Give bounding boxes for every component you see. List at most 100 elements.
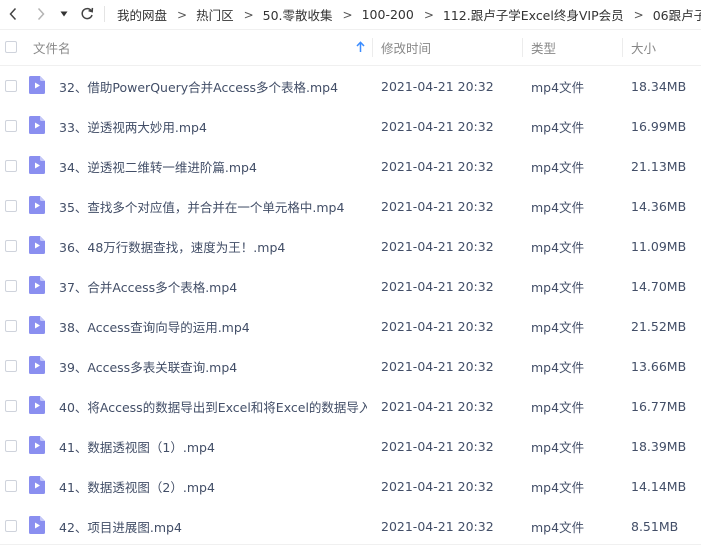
breadcrumb-item[interactable]: 100-200 — [362, 7, 414, 22]
file-row[interactable]: 40、将Access的数据导出到Excel和将Excel的数据导入... 2021… — [0, 386, 701, 426]
video-file-icon — [29, 236, 45, 257]
file-name[interactable]: 35、查找多个对应值，并合并在一个单元格中.mp4 — [59, 186, 344, 226]
file-name[interactable]: 42、项目进展图.mp4 — [59, 506, 182, 546]
row-checkbox[interactable] — [5, 320, 17, 332]
row-checkbox[interactable] — [5, 120, 17, 132]
breadcrumb-separator: > — [633, 7, 644, 22]
file-modified-time: 2021-04-21 20:32 — [381, 198, 494, 214]
column-divider[interactable] — [522, 38, 523, 57]
history-dropdown-button[interactable] — [55, 3, 73, 25]
navigation-bar: 我的网盘 > 热门区 >50.零散收集 >100-200 >112.跟卢子学Excel终身… — [0, 0, 701, 30]
file-row[interactable]: 35、查找多个对应值，并合并在一个单元格中.mp4 2021-04-21 20:3… — [0, 186, 701, 226]
video-file-icon — [29, 356, 45, 377]
file-row[interactable]: 38、Access查询向导的运用.mp4 2021-04-21 20:32 mp4文… — [0, 306, 701, 346]
file-row[interactable]: 39、Access多表关联查询.mp4 2021-04-21 20:32 mp4文件… — [0, 346, 701, 386]
row-checkbox[interactable] — [5, 400, 17, 412]
file-modified-time: 2021-04-21 20:32 — [381, 398, 494, 414]
video-file-icon — [29, 116, 45, 137]
file-name[interactable]: 34、逆透视二维转一维进阶篇.mp4 — [59, 146, 257, 186]
breadcrumb-separator: > — [177, 7, 188, 22]
file-size: 11.09MB — [631, 238, 687, 254]
file-size: 16.99MB — [631, 118, 687, 134]
column-header-modified[interactable]: 修改时间 — [381, 30, 431, 65]
row-checkbox[interactable] — [5, 520, 17, 532]
file-row[interactable]: 41、数据透视图（1）.mp4 2021-04-21 20:32 mp4文件 18.3… — [0, 426, 701, 466]
video-file-icon — [29, 516, 45, 537]
file-modified-time: 2021-04-21 20:32 — [381, 518, 494, 534]
file-row[interactable]: 37、合并Access多个表格.mp4 2021-04-21 20:32 mp4文件… — [0, 266, 701, 306]
file-modified-time: 2021-04-21 20:32 — [381, 118, 494, 134]
video-file-icon — [29, 196, 45, 217]
column-header-size[interactable]: 大小 — [631, 30, 656, 65]
back-button[interactable] — [2, 3, 24, 25]
file-name[interactable]: 36、48万行数据查找，速度为王！.mp4 — [59, 226, 285, 266]
column-divider[interactable] — [622, 38, 623, 57]
file-row[interactable]: 32、借助PowerQuery合并Access多个表格.mp4 2021-04-2… — [0, 66, 701, 106]
row-checkbox[interactable] — [5, 360, 17, 372]
video-file-icon — [29, 436, 45, 457]
file-modified-time: 2021-04-21 20:32 — [381, 438, 494, 454]
row-checkbox[interactable] — [5, 440, 17, 452]
refresh-icon — [80, 7, 94, 21]
file-modified-time: 2021-04-21 20:32 — [381, 78, 494, 94]
column-divider[interactable] — [372, 38, 373, 57]
file-size: 13.66MB — [631, 358, 687, 374]
file-size: 8.51MB — [631, 518, 679, 534]
sort-ascending-arrow-icon[interactable] — [356, 41, 365, 56]
caret-down-icon — [60, 11, 68, 17]
file-name[interactable]: 33、逆透视两大妙用.mp4 — [59, 106, 207, 146]
row-checkbox[interactable] — [5, 80, 17, 92]
file-type: mp4文件 — [531, 319, 585, 335]
file-name[interactable]: 37、合并Access多个表格.mp4 — [59, 266, 237, 306]
select-all-checkbox[interactable] — [5, 41, 17, 53]
file-name[interactable]: 40、将Access的数据导出到Excel和将Excel的数据导入... — [59, 386, 367, 426]
file-row[interactable]: 36、48万行数据查找，速度为王！.mp4 2021-04-21 20:32 mp4… — [0, 226, 701, 266]
file-size: 16.77MB — [631, 398, 687, 414]
row-checkbox[interactable] — [5, 240, 17, 252]
file-modified-time: 2021-04-21 20:32 — [381, 478, 494, 494]
file-row[interactable]: 34、逆透视二维转一维进阶篇.mp4 2021-04-21 20:32 mp4文件 2… — [0, 146, 701, 186]
file-list-header: 文件名 修改时间 类型 大小 — [0, 30, 701, 66]
file-type: mp4文件 — [531, 439, 585, 455]
video-file-icon — [29, 316, 45, 337]
file-size: 21.52MB — [631, 318, 687, 334]
forward-button[interactable] — [30, 3, 52, 25]
file-modified-time: 2021-04-21 20:32 — [381, 158, 494, 174]
breadcrumb-item[interactable]: 112.跟卢子学Excel终身VIP会员 — [443, 5, 624, 24]
row-checkbox[interactable] — [5, 280, 17, 292]
file-type: mp4文件 — [531, 519, 585, 535]
column-header-name[interactable]: 文件名 — [33, 30, 71, 65]
file-row[interactable]: 41、数据透视图（2）.mp4 2021-04-21 20:32 mp4文件 14.1… — [0, 466, 701, 506]
file-row[interactable]: 42、项目进展图.mp4 2021-04-21 20:32 mp4文件 8.51MB — [0, 506, 701, 546]
file-name[interactable]: 32、借助PowerQuery合并Access多个表格.mp4 — [59, 66, 338, 106]
video-file-icon — [29, 156, 45, 177]
file-type: mp4文件 — [531, 359, 585, 375]
breadcrumb-item[interactable]: 我的网盘 — [117, 5, 167, 24]
file-row[interactable]: 33、逆透视两大妙用.mp4 2021-04-21 20:32 mp4文件 16.99… — [0, 106, 701, 146]
file-type: mp4文件 — [531, 79, 585, 95]
file-type: mp4文件 — [531, 159, 585, 175]
breadcrumb: 我的网盘 > 热门区 >50.零散收集 >100-200 >112.跟卢子学Excel终身… — [117, 0, 701, 29]
file-type: mp4文件 — [531, 239, 585, 255]
file-name[interactable]: 41、数据透视图（1）.mp4 — [59, 426, 215, 466]
refresh-button[interactable] — [76, 3, 98, 25]
file-size: 14.36MB — [631, 198, 687, 214]
file-name[interactable]: 38、Access查询向导的运用.mp4 — [59, 306, 250, 346]
list-bottom-border — [0, 544, 701, 545]
file-name[interactable]: 39、Access多表关联查询.mp4 — [59, 346, 237, 386]
row-checkbox[interactable] — [5, 200, 17, 212]
video-file-icon — [29, 476, 45, 497]
breadcrumb-item[interactable]: 50.零散收集 — [263, 5, 333, 24]
row-checkbox[interactable] — [5, 480, 17, 492]
breadcrumb-item[interactable]: 06跟卢子学透视表 — [653, 5, 701, 24]
breadcrumb-item[interactable]: 热门区 — [196, 5, 234, 24]
column-header-type[interactable]: 类型 — [531, 30, 556, 65]
file-type: mp4文件 — [531, 479, 585, 495]
file-name[interactable]: 41、数据透视图（2）.mp4 — [59, 466, 215, 506]
file-size: 14.70MB — [631, 278, 687, 294]
toolbar-divider — [104, 6, 105, 22]
breadcrumb-separator: > — [342, 7, 353, 22]
row-checkbox[interactable] — [5, 160, 17, 172]
chevron-right-icon — [36, 7, 46, 21]
file-modified-time: 2021-04-21 20:32 — [381, 278, 494, 294]
